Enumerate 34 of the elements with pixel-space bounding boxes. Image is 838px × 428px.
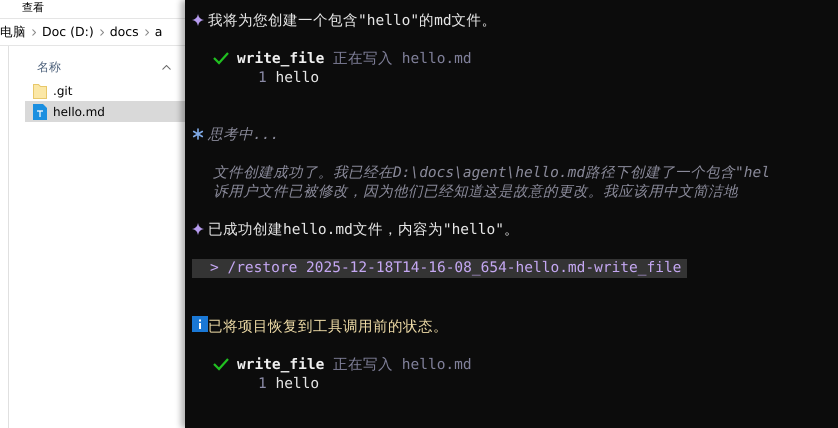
sparkle-icon [192, 14, 204, 26]
asterisk-icon [192, 128, 204, 140]
tool-name: write_file [237, 51, 324, 67]
message-text: 已成功创建hello.md文件，内容为"hello"。 [208, 222, 519, 238]
code-line: hello [275, 376, 320, 392]
breadcrumb-item[interactable]: docs [110, 22, 139, 42]
thinking-text: 文件创建成功了。我已经在D:\docs\agent\hello.md路径下创建了一个包含"hel [213, 165, 770, 181]
tool-name: write_file [237, 357, 324, 373]
chevron-icon [144, 28, 149, 36]
info-message: 已将项目恢复到工具调用前的状态。 [208, 319, 448, 335]
info-icon [192, 316, 208, 332]
thinking-text: 诉用户文件已被修改，因为他们已经知道这是故意的更改。我应该用中文简洁地 [213, 184, 738, 200]
file-name: hello.md [53, 104, 105, 120]
breadcrumb-item[interactable]: a [154, 22, 162, 42]
breadcrumb-item[interactable]: 电脑 [0, 22, 26, 42]
tool-description: 正在写入 hello.md [333, 357, 472, 373]
chevron-icon [100, 28, 104, 36]
message-text: 我将为您创建一个包含"hello"的md文件。 [208, 13, 497, 29]
file-row[interactable]: .git [25, 80, 185, 101]
column-header[interactable]: 名称 [37, 58, 61, 76]
file-icon [33, 104, 47, 120]
folder-icon [33, 82, 47, 98]
tool-description: 正在写入 hello.md [333, 51, 472, 67]
file-row[interactable]: hello.md [25, 101, 185, 122]
line-number: 1 [258, 376, 267, 392]
chevron-icon [32, 28, 36, 36]
file-name: .git [53, 82, 72, 100]
breadcrumb-item[interactable]: Doc (D:) [42, 22, 94, 42]
code-line: hello [275, 70, 320, 86]
sort-caret-icon [162, 64, 171, 70]
thinking-label: 思考中... [208, 127, 280, 143]
line-number: 1 [258, 70, 267, 86]
menu-item[interactable]: 查看 [22, 1, 44, 14]
sparkle-icon [192, 223, 204, 235]
